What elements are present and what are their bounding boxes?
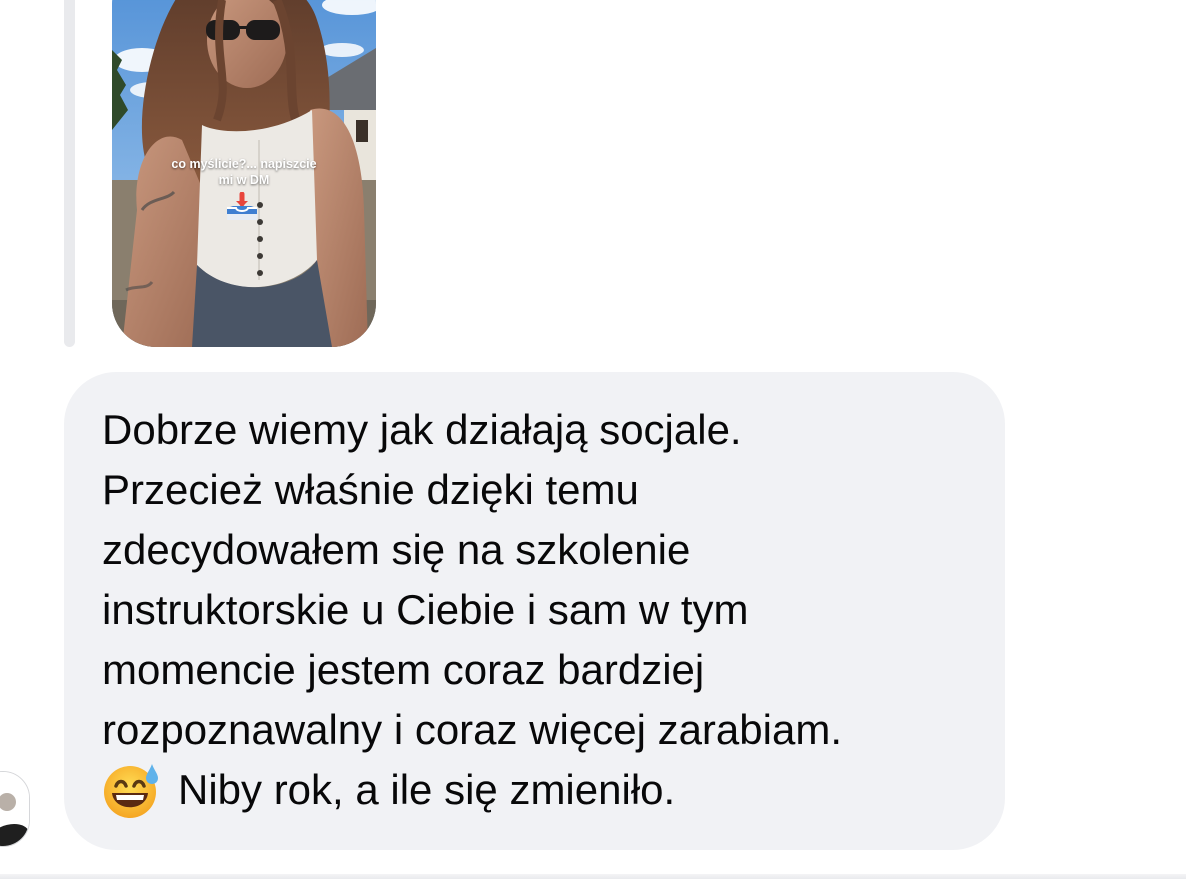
story-caption-line-2: mi w DM — [218, 173, 270, 187]
message-line-1: Dobrze wiemy jak działają socjale. — [102, 406, 742, 453]
reply-indicator-line — [64, 0, 75, 347]
story-caption-line-1: co myślicie?... napiszcie — [171, 157, 317, 171]
sender-avatar[interactable] — [0, 771, 30, 847]
grinning-sweat-emoji — [104, 764, 158, 818]
message-line-4: instruktorskie u Ciebie i sam w tym — [102, 586, 749, 633]
message-bubble[interactable]: Dobrze wiemy jak działają socjale. Przec… — [64, 372, 1005, 850]
message-thread: co myślicie?... napiszcie mi w DM Dobrze… — [0, 0, 1186, 879]
inbox-tray-icon — [227, 192, 257, 220]
story-caption: co myślicie?... napiszcie mi w DM — [112, 156, 376, 188]
bottom-divider — [0, 874, 1186, 879]
message-line-7: Niby rok, a ile się zmieniło. — [102, 760, 975, 820]
message-line-6: rozpoznawalny i coraz więcej zarabiam. — [102, 706, 842, 753]
message-line-3: zdecydowałem się na szkolenie — [102, 526, 691, 573]
message-line-2: Przecież właśnie dzięki temu — [102, 466, 639, 513]
story-reply-preview[interactable]: co myślicie?... napiszcie mi w DM — [112, 0, 376, 347]
avatar-image — [0, 772, 29, 846]
message-line-5: momencie jestem coraz bardziej — [102, 646, 705, 693]
message-line-7-text: Niby rok, a ile się zmieniło. — [178, 766, 676, 813]
